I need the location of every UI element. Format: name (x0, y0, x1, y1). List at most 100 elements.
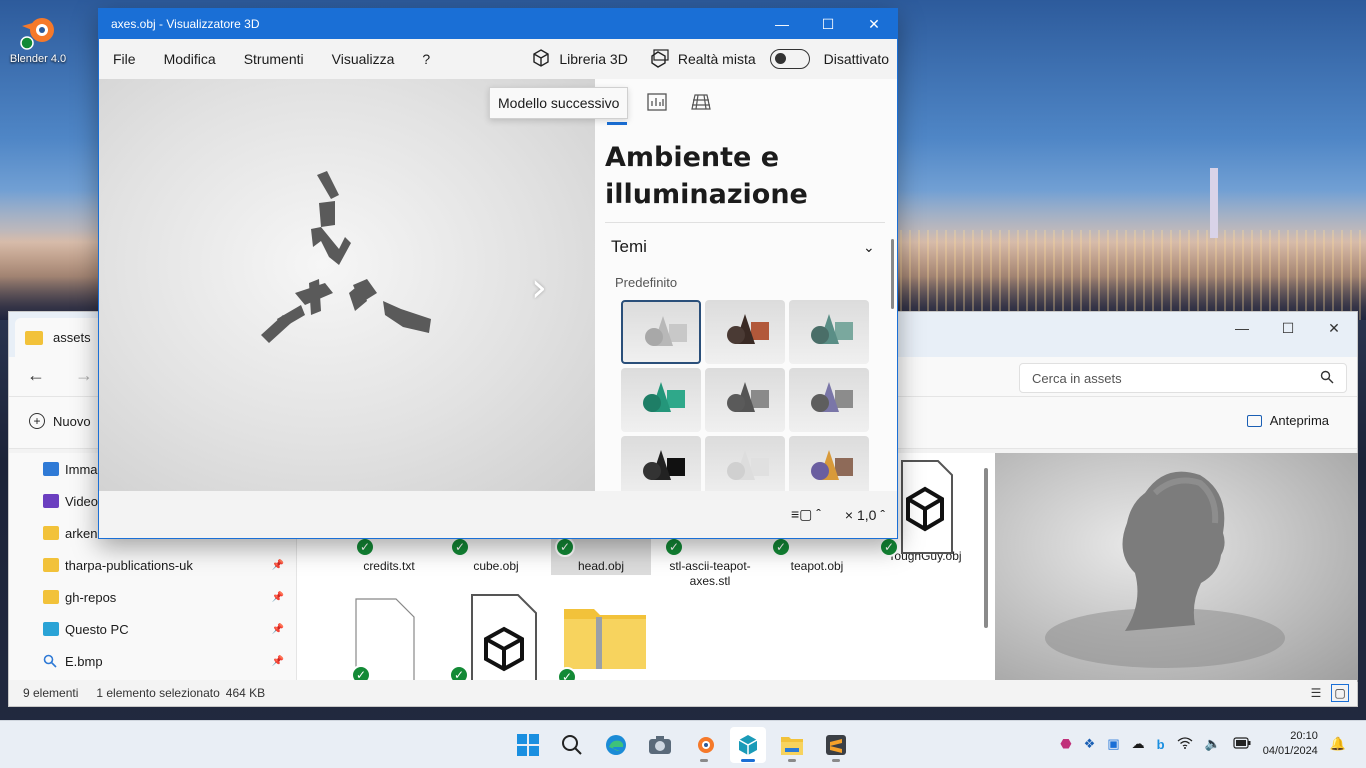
file-3d-object-icon (890, 459, 960, 554)
sidebar-item-e-bmp[interactable]: E.bmp 📌 (9, 645, 296, 677)
file-name: cube.obj (473, 559, 519, 573)
grid-icon[interactable] (691, 93, 711, 111)
sublime-text-icon (826, 735, 846, 755)
menu-tools[interactable]: Strumenti (230, 51, 318, 67)
search-input[interactable]: Cerca in assets (1019, 363, 1347, 393)
cube-app-icon[interactable]: ⬣ (1060, 736, 1071, 752)
theme-option[interactable] (789, 368, 869, 432)
theme-option[interactable] (621, 368, 701, 432)
new-button[interactable]: + Nuovo (29, 413, 91, 429)
file-name: stl-ascii-teapot-axes.stl (669, 559, 751, 588)
battery-icon[interactable] (1233, 736, 1251, 752)
menu-edit[interactable]: Modifica (150, 51, 230, 67)
clock-date: 04/01/2024 (1262, 745, 1318, 757)
file-explorer-app[interactable] (774, 727, 810, 763)
theme-option[interactable] (789, 436, 869, 491)
sync-check-icon: ✓ (879, 537, 899, 557)
sync-check-icon: ✓ (355, 537, 375, 557)
file-item-zip[interactable]: ✓ (553, 603, 653, 687)
animation-control[interactable]: ≡▢ ˆ (791, 506, 821, 523)
next-model-chevron-icon[interactable]: › (531, 265, 547, 311)
menu-view[interactable]: Visualizza (318, 51, 409, 67)
viewer-menubar: File Modifica Strumenti Visualizza ? Lib… (99, 39, 897, 79)
blender-app[interactable] (686, 727, 722, 763)
theme-option[interactable] (705, 368, 785, 432)
3d-viewer-icon (738, 735, 758, 755)
toggle-state-label: Disattivato (823, 51, 889, 67)
sidebar-item-tharpa[interactable]: tharpa-publications-uk 📌 (9, 549, 296, 581)
tiles-view-icon[interactable]: ▢ (1331, 684, 1349, 702)
preview-toggle-button[interactable]: Anteprima (1246, 413, 1329, 428)
sidebar-item-label: Video (65, 493, 99, 509)
theme-ball (811, 462, 829, 480)
tooltip-next-model: Modello successivo (489, 87, 629, 119)
zoom-control[interactable]: × 1,0 ˆ (845, 507, 885, 523)
3d-viewer-app[interactable] (730, 727, 766, 763)
themes-section-header[interactable]: Temi (611, 237, 647, 257)
camera-icon (649, 736, 671, 754)
cloud-icon[interactable]: ☁ (1132, 736, 1145, 752)
preview-button-label: Anteprima (1269, 413, 1329, 428)
close-button[interactable]: ✕ (1311, 312, 1357, 344)
maximize-button[interactable]: ☐ (1265, 312, 1311, 344)
blender-icon (698, 737, 714, 753)
sublime-app[interactable] (818, 727, 854, 763)
theme-ball (643, 462, 661, 480)
pin-icon: 📌 (271, 559, 284, 571)
themes-subheader: Predefinito (615, 275, 678, 290)
theme-option[interactable] (621, 436, 701, 491)
theme-option[interactable] (705, 436, 785, 491)
viewer-window-controls: — ☐ ✕ (759, 9, 897, 39)
desktop-icon-blender[interactable]: Blender 4.0 (6, 10, 70, 65)
3d-library-button[interactable]: Libreria 3D (559, 51, 627, 67)
minimize-button[interactable]: — (759, 9, 805, 39)
active-tab-indicator (607, 122, 627, 125)
model-list-icon: ≡▢ (790, 506, 813, 522)
dropbox-icon[interactable]: ❖ (1084, 736, 1096, 752)
menu-help[interactable]: ? (408, 51, 444, 67)
file-item-text[interactable]: ✓ (335, 597, 435, 685)
menu-file[interactable]: File (99, 51, 150, 67)
theme-option[interactable] (789, 300, 869, 364)
folder-icon (781, 737, 803, 755)
sidebar-item-gh-repos[interactable]: gh-repos 📌 (9, 581, 296, 613)
bing-icon[interactable]: b (1157, 737, 1165, 752)
wifi-icon[interactable] (1177, 736, 1193, 752)
viewer-menubar-right: Libreria 3D Realtà mista Disattivato (531, 39, 897, 79)
axes-model (261, 171, 431, 343)
sidebar-item-this-pc[interactable]: Questo PC 📌 (9, 613, 296, 645)
running-indicator (700, 759, 708, 762)
theme-ball (811, 326, 829, 344)
search-icon (562, 735, 582, 755)
file-name: credits.txt (363, 559, 415, 573)
notification-bell-icon[interactable]: 🔔 (1330, 736, 1346, 752)
preview-pane-icon (1246, 414, 1262, 427)
file-item-object[interactable]: ✓ (445, 593, 545, 685)
close-button[interactable]: ✕ (851, 9, 897, 39)
file-list-scrollbar[interactable] (984, 468, 988, 628)
mixed-reality-icon (650, 48, 670, 71)
minimize-button[interactable]: — (1219, 312, 1265, 344)
stats-icon[interactable] (647, 93, 667, 111)
search-button[interactable] (554, 727, 590, 763)
mixed-reality-toggle[interactable] (769, 49, 810, 69)
clock[interactable]: 20:10 04/01/2024 (1263, 729, 1318, 759)
theme-option[interactable] (705, 300, 785, 364)
monitor-icon[interactable]: ▣ (1107, 736, 1119, 752)
maximize-button[interactable]: ☐ (805, 9, 851, 39)
start-button[interactable] (510, 727, 546, 763)
theme-option[interactable] (621, 300, 701, 364)
panel-scrollbar[interactable] (891, 239, 894, 309)
edge-app[interactable] (598, 727, 634, 763)
3d-viewport[interactable]: › (99, 79, 595, 491)
chevron-down-icon[interactable]: ⌄ (863, 239, 875, 256)
camera-app[interactable] (642, 727, 678, 763)
status-selected: 1 elemento selezionato (96, 686, 220, 700)
desktop-icon-label: Blender 4.0 (9, 53, 67, 65)
details-view-icon[interactable]: ☰ (1307, 684, 1325, 702)
edge-icon (606, 735, 626, 755)
forward-arrow-icon[interactable]: → (75, 365, 93, 386)
back-arrow-icon[interactable]: ← (27, 365, 45, 386)
plus-icon: + (29, 413, 45, 429)
volume-icon[interactable]: 🔈 (1205, 736, 1221, 752)
